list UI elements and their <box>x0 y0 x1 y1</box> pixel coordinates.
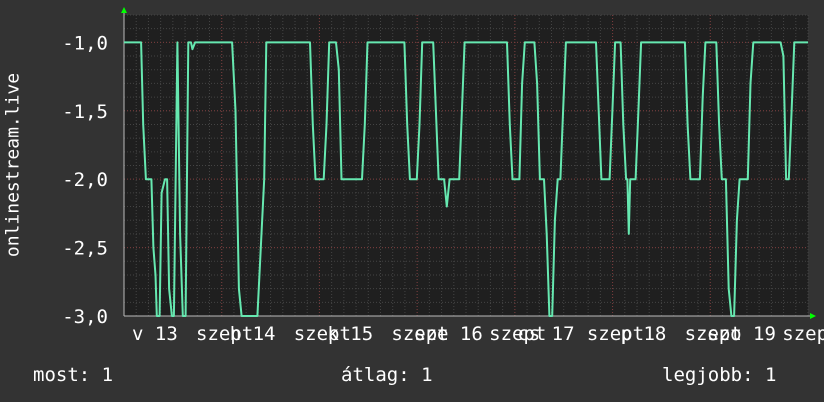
y-axis-label: onlinestream.live <box>2 72 24 258</box>
footer-current-value: most: 1 <box>33 364 114 386</box>
x-tick-label: szo 19 <box>707 323 776 345</box>
footer-best-value: legjobb: 1 <box>662 364 777 386</box>
x-tick-label: k 15 <box>327 323 373 345</box>
y-tick-label: -2,5 <box>62 238 108 260</box>
x-tick-label: cs 17 <box>517 323 574 345</box>
x-tick-label: p 18 <box>621 323 667 345</box>
x-axis-arrow <box>810 313 816 319</box>
x-tick-label: szept <box>782 323 824 345</box>
footer-average-value: átlag: 1 <box>341 364 433 386</box>
y-axis-arrow <box>121 7 127 13</box>
x-tick-label: h 14 <box>230 323 276 345</box>
y-tick-label: -2,0 <box>62 169 108 191</box>
x-tick-label: sze 16 <box>414 323 483 345</box>
chart: -1,0-1,5-2,0-2,5-3,0v 13 szepth 14 szeptk … <box>62 7 824 345</box>
y-tick-label: -1,5 <box>62 101 108 123</box>
y-tick-label: -1,0 <box>62 32 108 54</box>
y-tick-label: -3,0 <box>62 306 108 328</box>
x-tick-label: v 13 <box>132 323 178 345</box>
